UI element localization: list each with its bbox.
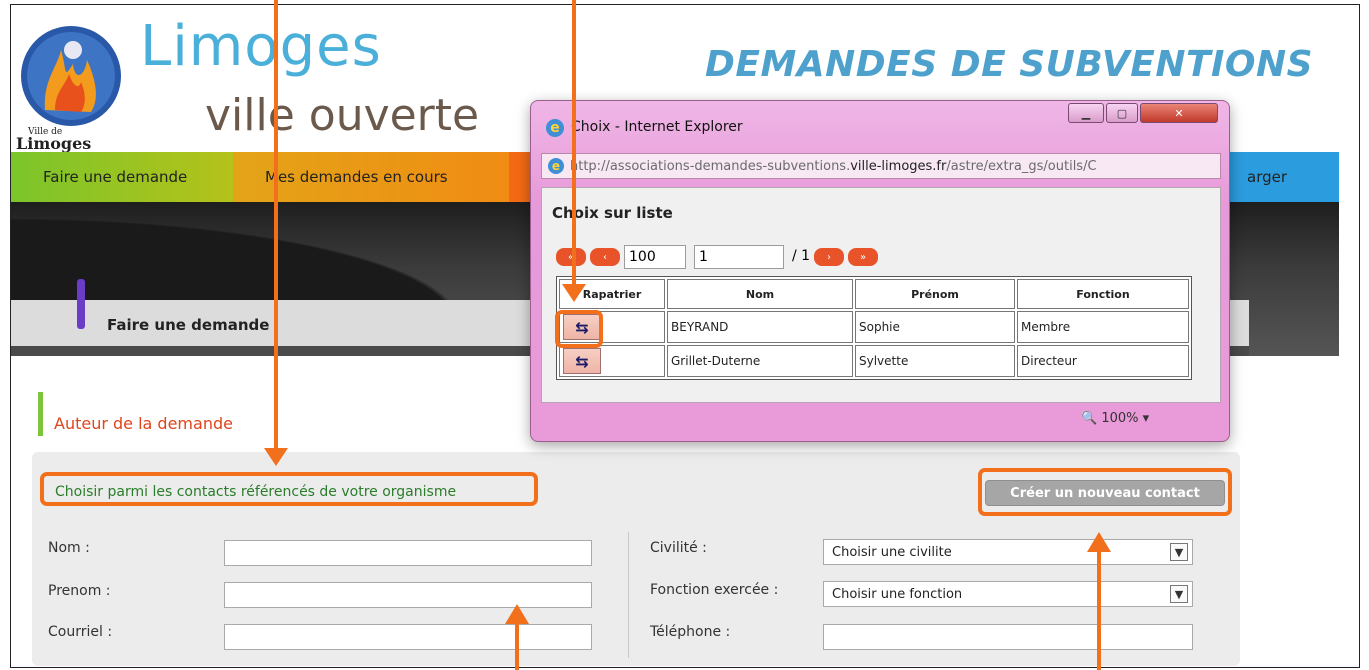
annotation-arrowheads bbox=[264, 284, 1111, 624]
